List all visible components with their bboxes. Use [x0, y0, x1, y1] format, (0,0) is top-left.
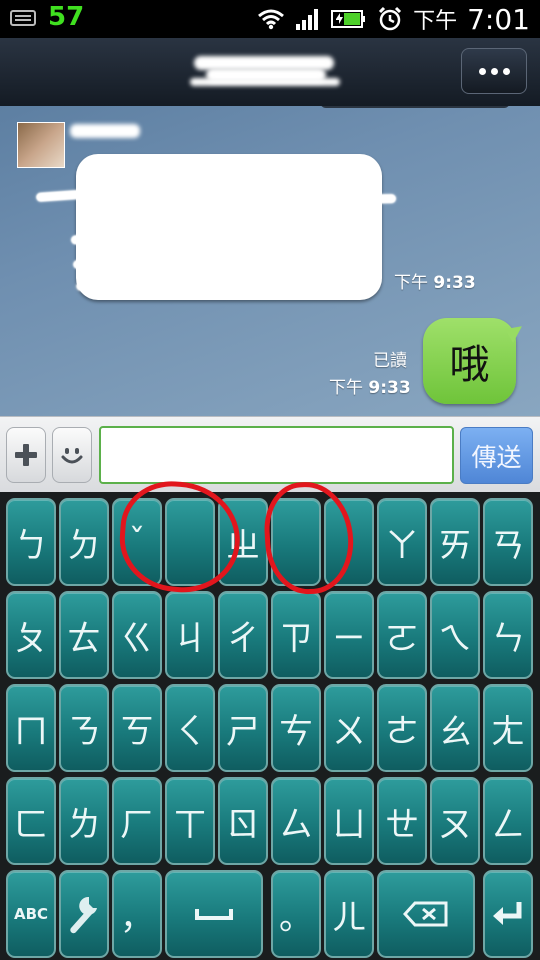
wifi-icon — [258, 9, 285, 30]
outgoing-message-bubble[interactable]: 哦 — [423, 318, 516, 404]
key-eh[interactable]: ㄝ — [377, 777, 427, 865]
wrench-icon — [70, 896, 97, 934]
key-l[interactable]: ㄌ — [59, 777, 109, 865]
incoming-message-bubble[interactable] — [35, 154, 397, 300]
zhuyin-keyboard: ㄅ ㄉ ˇ ㄓ ˙ ㄚ ㄞ ㄢ ㄆ ㄊ ㄍ ㄐ ㄔ ㄗ ㄧ ㄛ ㄟ ㄣ ㄇ ㄋ … — [0, 477, 540, 960]
key-blank-2[interactable] — [271, 498, 321, 586]
emoji-button[interactable] — [52, 427, 92, 483]
key-f[interactable]: ㄈ — [6, 777, 56, 865]
notification-count: 57 — [48, 2, 85, 32]
key-en[interactable]: ㄣ — [483, 591, 533, 679]
status-time-prefix: 下午 — [413, 9, 458, 34]
chat-area[interactable]: 下午 9:33 已讀 下午 9:33 哦 — [0, 106, 540, 416]
key-z[interactable]: ㄗ — [271, 591, 321, 679]
key-ang[interactable]: ㄤ — [483, 684, 533, 772]
input-bar: 傳送 — [0, 416, 540, 493]
key-a[interactable]: ㄚ — [377, 498, 427, 586]
key-eng[interactable]: ㄥ — [483, 777, 533, 865]
abc-label: ABC — [13, 905, 49, 923]
dot-icon — [490, 67, 498, 75]
key-p[interactable]: ㄆ — [6, 591, 56, 679]
key-tone-3[interactable]: ˇ — [112, 498, 162, 586]
key-u[interactable]: ㄨ — [324, 684, 374, 772]
key-j[interactable]: ㄐ — [165, 591, 215, 679]
key-k[interactable]: ㄎ — [112, 684, 162, 772]
period-key[interactable]: 。 — [271, 870, 321, 958]
avatar[interactable] — [17, 122, 65, 168]
key-n[interactable]: ㄋ — [59, 684, 109, 772]
key-ch[interactable]: ㄔ — [218, 591, 268, 679]
signal-icon — [296, 9, 319, 30]
key-ai[interactable]: ㄞ — [430, 498, 480, 586]
alarm-icon — [379, 6, 402, 31]
key-yu[interactable]: ㄩ — [324, 777, 374, 865]
chat-title-redacted — [190, 50, 340, 90]
key-q[interactable]: ㄑ — [165, 684, 215, 772]
key-i[interactable]: ㄧ — [324, 591, 374, 679]
key-r[interactable]: ㄖ — [218, 777, 268, 865]
key-zh[interactable]: ㄓ — [218, 498, 268, 586]
space-key[interactable] — [165, 870, 263, 958]
sender-name-redacted — [70, 124, 140, 138]
attach-button[interactable] — [6, 427, 46, 483]
keyboard-icon — [10, 10, 36, 26]
enter-icon — [493, 902, 522, 925]
key-ao[interactable]: ㄠ — [430, 684, 480, 772]
backspace-icon — [403, 901, 448, 927]
send-button[interactable]: 傳送 — [460, 427, 533, 484]
dot-icon — [478, 67, 486, 75]
key-x[interactable]: ㄒ — [165, 777, 215, 865]
smiley-icon — [61, 448, 83, 464]
chat-header — [0, 38, 540, 106]
comma-key[interactable]: ， — [112, 870, 162, 958]
key-g[interactable]: ㄍ — [112, 591, 162, 679]
key-blank-1[interactable] — [165, 498, 215, 586]
backspace-key[interactable] — [377, 870, 475, 958]
abc-mode-key[interactable]: ABC — [6, 870, 56, 958]
key-e[interactable]: ㄜ — [377, 684, 427, 772]
key-er[interactable]: ㄦ — [324, 870, 374, 958]
key-t[interactable]: ㄊ — [59, 591, 109, 679]
battery-icon — [331, 10, 366, 28]
key-an[interactable]: ㄢ — [483, 498, 533, 586]
key-s[interactable]: ㄙ — [271, 777, 321, 865]
status-bar: 57 下午 7:01 — [0, 0, 540, 38]
key-m[interactable]: ㄇ — [6, 684, 56, 772]
key-ou[interactable]: ㄡ — [430, 777, 480, 865]
key-h[interactable]: ㄏ — [112, 777, 162, 865]
status-icons: 下午 7:01 — [257, 2, 530, 36]
space-icon — [195, 909, 233, 920]
plus-icon — [15, 444, 37, 466]
more-menu-button[interactable] — [461, 48, 527, 94]
key-ei[interactable]: ㄟ — [430, 591, 480, 679]
key-tone-neutral[interactable]: ˙ — [324, 498, 374, 586]
read-status: 已讀 — [373, 351, 407, 371]
message-input[interactable] — [99, 426, 454, 484]
key-o[interactable]: ㄛ — [377, 591, 427, 679]
settings-key[interactable] — [59, 870, 109, 958]
status-time: 7:01 — [467, 2, 530, 36]
key-c[interactable]: ㄘ — [271, 684, 321, 772]
key-d[interactable]: ㄉ — [59, 498, 109, 586]
previous-message-edge — [320, 106, 510, 108]
key-sh[interactable]: ㄕ — [218, 684, 268, 772]
incoming-timestamp: 下午 9:33 — [394, 273, 476, 293]
key-b[interactable]: ㄅ — [6, 498, 56, 586]
dot-icon — [502, 67, 510, 75]
enter-key[interactable] — [483, 870, 533, 958]
outgoing-timestamp: 下午 9:33 — [329, 378, 411, 398]
